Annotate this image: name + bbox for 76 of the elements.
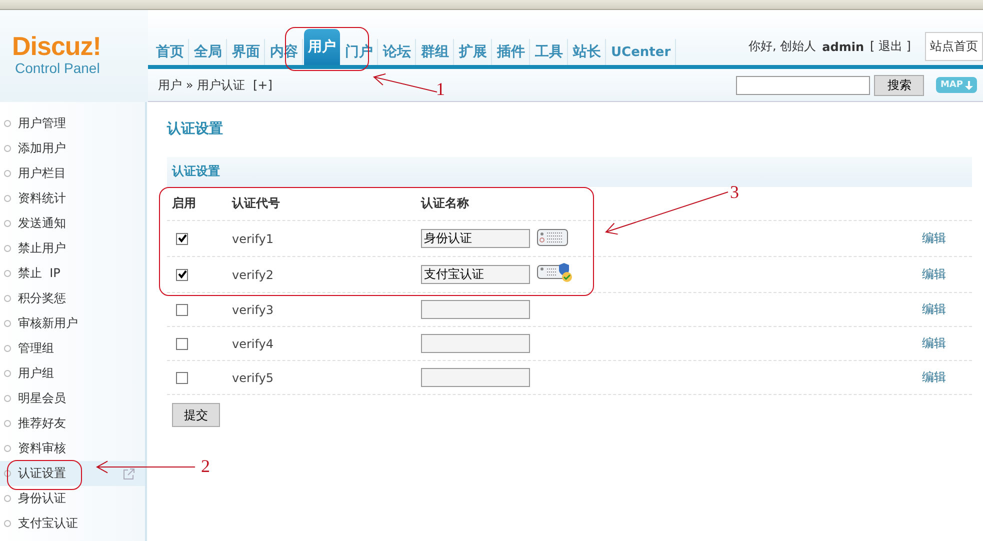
sidebar-item[interactable]: 明星会员 [0, 386, 145, 411]
bullet-icon [4, 345, 11, 352]
annotation-number: 1 [436, 80, 445, 98]
section-header: 认证设置 [167, 157, 972, 187]
submit-button[interactable]: 提交 [172, 403, 220, 427]
input-field[interactable] [421, 334, 530, 353]
bullet-icon [4, 270, 11, 277]
checkbox[interactable] [176, 232, 188, 244]
sidebar-item[interactable]: 身份认证 [0, 486, 145, 511]
edit-link[interactable]: 编辑 [922, 301, 972, 318]
annotation-arrow [372, 73, 438, 92]
sidebar-item[interactable]: 资料统计 [0, 186, 145, 211]
sidebar-item[interactable]: 用户栏目 [0, 161, 145, 186]
logout-link[interactable]: [ 退出 ] [870, 38, 911, 55]
id-card-shield-icon [537, 263, 573, 283]
bullet-icon [4, 470, 11, 477]
bullet-icon [4, 295, 11, 302]
bullet-icon [4, 320, 11, 327]
sidebar-item[interactable]: 积分奖惩 [0, 286, 145, 311]
annotation-number: 2 [201, 457, 210, 475]
edit-link[interactable]: 编辑 [922, 369, 972, 386]
sidebar-item[interactable]: 用户组 [0, 361, 145, 386]
input-field[interactable]: 支付宝认证 [421, 265, 530, 284]
checkbox[interactable] [176, 304, 188, 316]
input-field[interactable]: 身份认证 [421, 229, 530, 248]
bullet-icon [4, 520, 11, 527]
breadcrumb: 用户 » 用户认证 [158, 76, 245, 94]
logo: Discuz! [12, 32, 102, 60]
bullet-icon [4, 495, 11, 502]
table-cell-text: verify5 [232, 370, 275, 384]
column-header: 认证代号 [232, 195, 281, 212]
bullet-icon [4, 245, 11, 252]
sidebar-item[interactable]: 认证设置 [0, 461, 145, 486]
add-link[interactable]: [+] [252, 78, 272, 92]
table-cell-text: verify4 [232, 336, 275, 350]
bullet-icon [4, 220, 11, 227]
search-field[interactable] [736, 76, 870, 95]
bullet-icon [4, 420, 11, 427]
bullet-icon [4, 145, 11, 152]
greeting: 你好, 创始人 [748, 38, 816, 55]
checkbox[interactable] [176, 338, 188, 350]
page-title: 认证设置 [167, 120, 224, 138]
bullet-icon [4, 170, 11, 177]
table-cell-text: verify2 [232, 268, 275, 282]
site-home-link[interactable]: 站点首页 [925, 32, 983, 61]
bullet-icon [4, 395, 11, 402]
username: admin [822, 40, 864, 54]
id-card-icon [537, 228, 568, 246]
sidebar-item[interactable]: 推荐好友 [0, 411, 145, 436]
input-field[interactable] [421, 300, 530, 319]
sidebar-item[interactable]: 禁止 IP [0, 261, 145, 286]
logo-subtitle: Control Panel [15, 60, 101, 76]
sidebar-item[interactable]: 用户管理 [0, 111, 145, 136]
edit-link[interactable]: 编辑 [922, 230, 972, 247]
sidebar-item[interactable]: 支付宝认证 [0, 511, 145, 536]
table-cell-text: verify1 [232, 232, 275, 246]
checkbox[interactable] [176, 372, 188, 384]
edit-link[interactable]: 编辑 [922, 266, 972, 283]
bullet-icon [4, 120, 11, 127]
search-button[interactable]: 搜索 [874, 74, 924, 96]
bullet-icon [4, 370, 11, 377]
bullet-icon [4, 195, 11, 202]
down-arrow-icon [965, 80, 973, 90]
column-header: 启用 [172, 195, 197, 212]
sidebar-item[interactable]: 添加用户 [0, 136, 145, 161]
column-header: 认证名称 [421, 195, 470, 212]
sidebar-item[interactable]: 管理组 [0, 336, 145, 361]
sidebar-item[interactable]: 审核新用户 [0, 311, 145, 336]
table-cell-text: verify3 [232, 302, 275, 316]
sidebar-item[interactable]: 发送通知 [0, 211, 145, 236]
sidebar-item[interactable]: 禁止用户 [0, 236, 145, 261]
checkbox[interactable] [176, 268, 188, 280]
sidebar-item[interactable]: 资料审核 [0, 436, 145, 461]
input-field[interactable] [421, 368, 530, 387]
edit-link[interactable]: 编辑 [922, 335, 972, 352]
bullet-icon [4, 445, 11, 452]
